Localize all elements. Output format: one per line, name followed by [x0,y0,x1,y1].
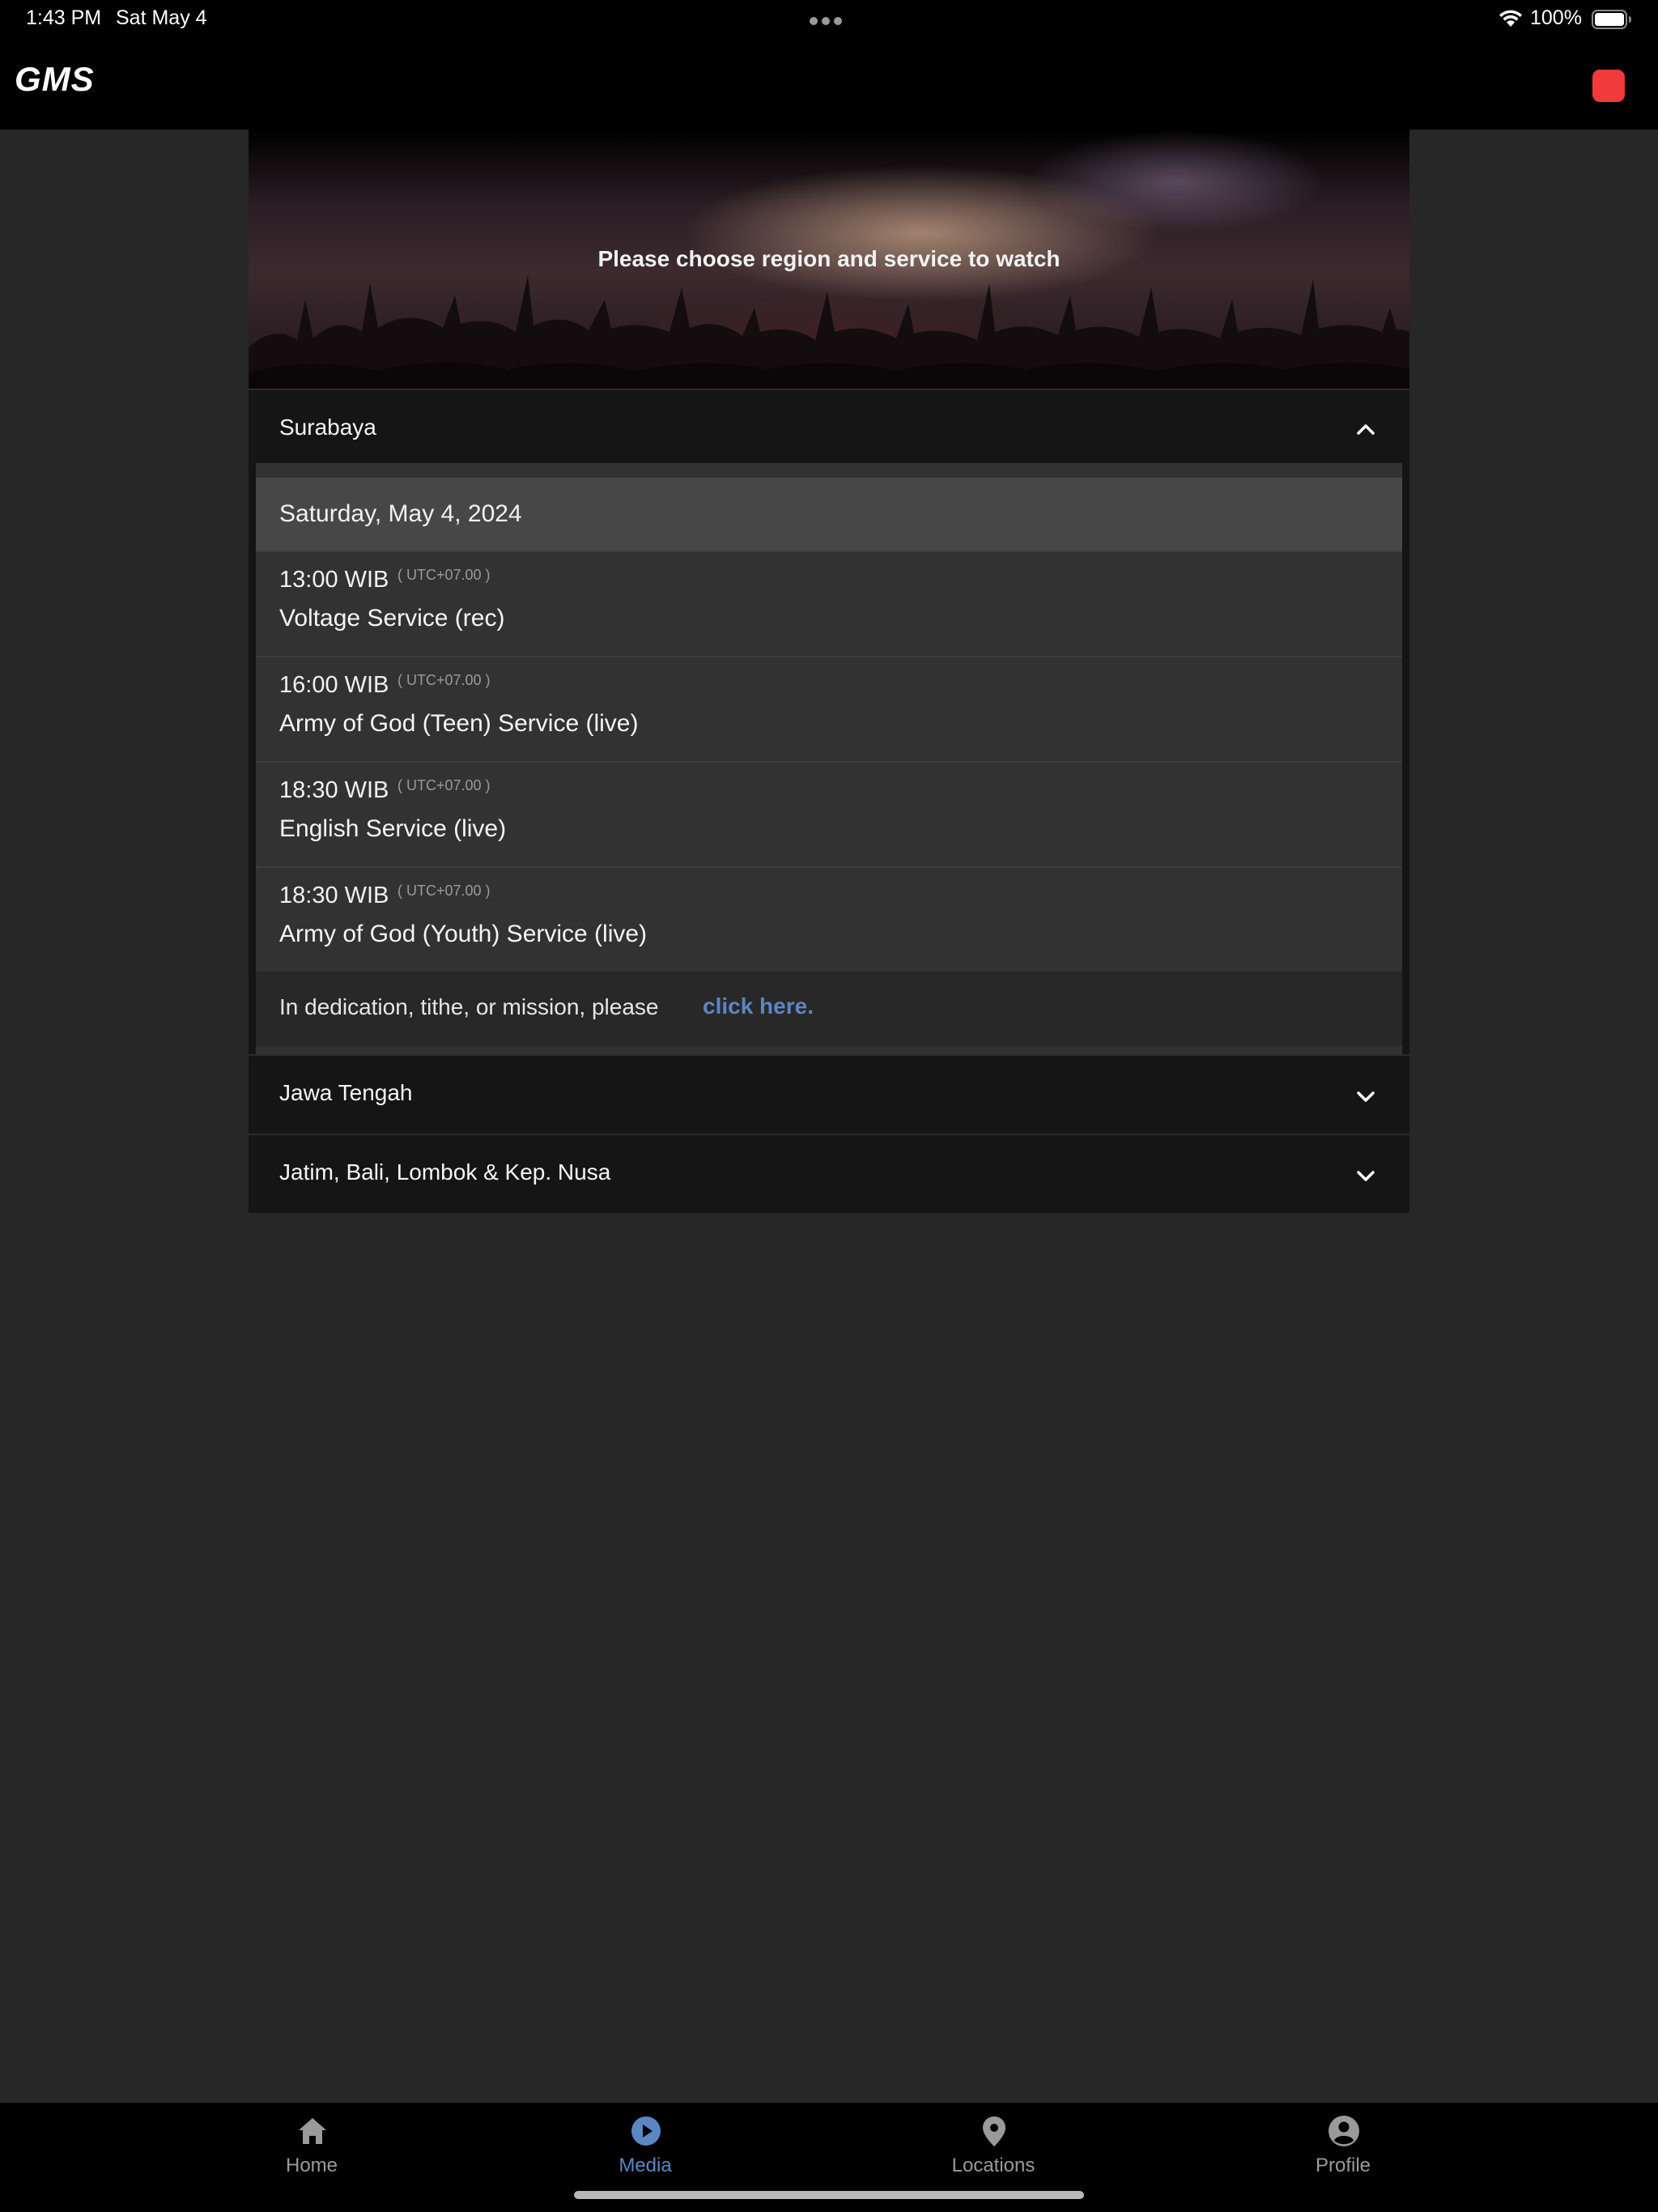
region-header-jatim-bali-lombok[interactable]: Jatim, Bali, Lombok & Kep. Nusa [249,1134,1409,1213]
service-time: 13:00 WIB [279,567,389,593]
battery-icon [1592,10,1631,29]
service-time: 16:00 WIB [279,672,389,698]
tab-locations[interactable]: Locations [912,2103,1074,2184]
giving-text: In dedication, tithe, or mission, please [279,994,659,1019]
service-timezone: ( UTC+07.00 ) [397,777,491,793]
multitasking-dots-icon[interactable] [810,15,848,25]
service-date: Saturday, May 4, 2024 [279,500,522,527]
region-header-surabaya[interactable]: Surabaya [249,389,1409,465]
status-date: Sat May 4 [116,6,207,29]
tab-media[interactable]: Media [564,2103,726,2184]
main-content: Please choose region and service to watc… [249,130,1409,1213]
service-item[interactable]: 18:30 WIB ( UTC+07.00 ) Army of God (You… [256,866,1402,972]
record-button[interactable] [1592,70,1625,102]
service-timezone: ( UTC+07.00 ) [397,672,491,688]
location-pin-icon [983,2116,1005,2146]
status-time: 1:43 PM [26,6,102,29]
chevron-up-icon [1357,424,1375,435]
tab-label: Locations [951,2155,1035,2176]
service-name: Army of God (Youth) Service (live) [279,921,648,947]
hero-banner: Please choose region and service to watc… [249,130,1409,389]
region-label: Jatim, Bali, Lombok & Kep. Nusa [279,1159,611,1185]
service-timezone: ( UTC+07.00 ) [397,567,491,583]
home-icon [299,2118,326,2144]
tab-profile[interactable]: Profile [1262,2103,1424,2184]
battery-percentage: 100% [1530,6,1582,29]
tab-label: Home [285,2155,338,2176]
play-circle-icon [631,2116,661,2146]
tab-home[interactable]: Home [231,2103,393,2184]
hero-prompt: Please choose region and service to watc… [597,246,1061,271]
wifi-icon [1499,10,1522,27]
service-date-row: Saturday, May 4, 2024 [256,478,1402,551]
service-time: 18:30 WIB [279,777,389,803]
status-bar: 1:43 PM Sat May 4 100% [0,0,1658,37]
service-time: 18:30 WIB [279,883,389,908]
service-timezone: ( UTC+07.00 ) [397,883,491,899]
region-header-jawa-tengah[interactable]: Jawa Tengah [249,1054,1409,1134]
home-indicator[interactable] [574,2191,1084,2199]
chevron-down-icon [1357,1171,1375,1181]
giving-link[interactable]: click here. [703,993,814,1019]
service-item[interactable]: 18:30 WIB ( UTC+07.00 ) English Service … [256,761,1402,866]
service-name: English Service (live) [279,815,507,842]
app-header: GMS [0,37,1658,130]
region-label: Surabaya [279,415,376,440]
app-logo: GMS [15,60,95,98]
service-name: Voltage Service (rec) [279,605,505,632]
service-item[interactable]: 13:00 WIB ( UTC+07.00 ) Voltage Service … [256,551,1402,656]
profile-icon [1329,2116,1359,2146]
giving-footer: In dedication, tithe, or mission, please… [256,972,1402,1046]
service-name: Army of God (Teen) Service (live) [279,710,639,737]
service-item[interactable]: 16:00 WIB ( UTC+07.00 ) Army of God (Tee… [256,656,1402,761]
region-label: Jawa Tengah [279,1080,413,1105]
tab-label: Profile [1315,2155,1371,2176]
chevron-down-icon [1357,1091,1375,1102]
tab-label: Media [619,2155,672,2176]
